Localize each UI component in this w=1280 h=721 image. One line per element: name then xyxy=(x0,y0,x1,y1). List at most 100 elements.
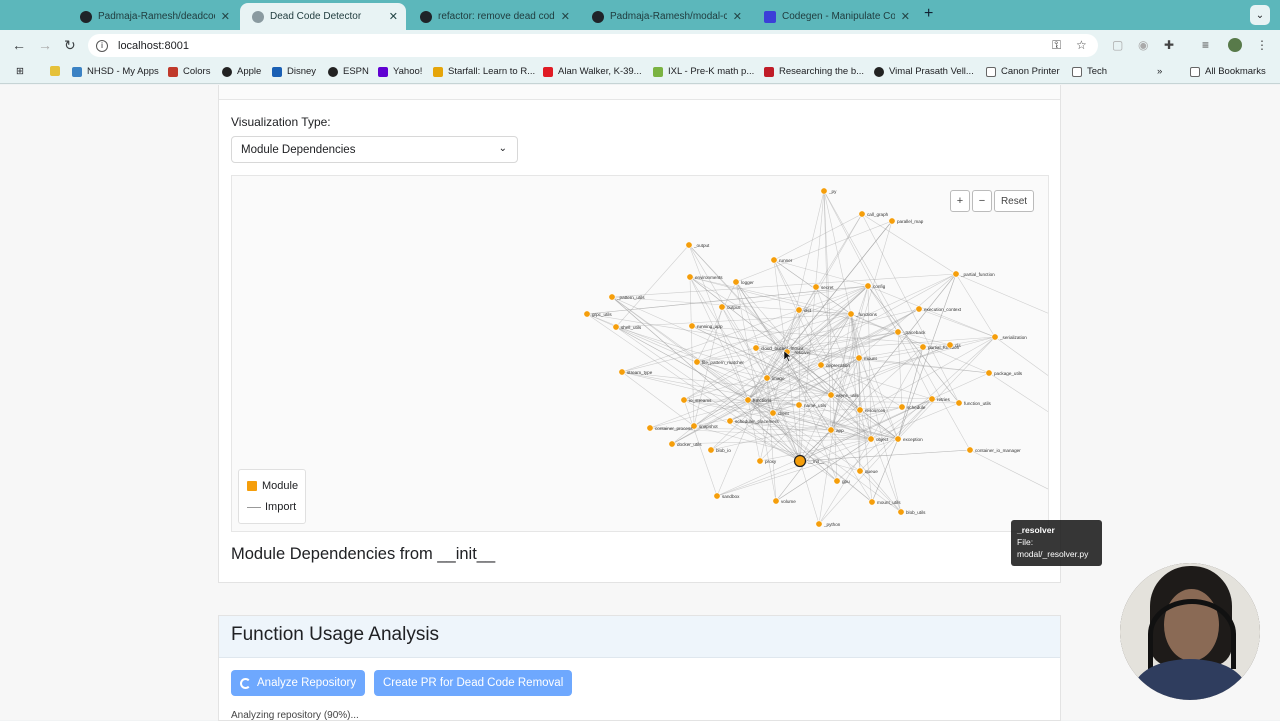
graph-node-retries[interactable] xyxy=(928,395,936,403)
close-icon[interactable]: ✕ xyxy=(221,10,230,23)
graph-node-runner[interactable] xyxy=(770,256,778,264)
camera-icon[interactable]: ◉ xyxy=(1138,38,1148,52)
graph-node-partial_function[interactable] xyxy=(952,270,960,278)
reload-icon[interactable]: ↻ xyxy=(64,37,76,54)
browser-tab-0[interactable]: Padmaja-Ramesh/deadcode_ ✕ xyxy=(68,3,238,30)
graph-node-running_app[interactable] xyxy=(688,322,696,330)
dependency-graph[interactable]: _py call_graph parallel_map _output runner en… xyxy=(231,175,1049,532)
graph-node-traceback[interactable] xyxy=(894,328,902,336)
close-icon[interactable]: ✕ xyxy=(901,10,910,23)
bookmark-8[interactable]: IXL - Pre-K math p... xyxy=(653,66,754,77)
graph-node-cls[interactable] xyxy=(946,341,954,349)
graph-node-function_utils[interactable] xyxy=(955,399,963,407)
graph-node-init[interactable] xyxy=(793,454,807,468)
bookmark-0[interactable]: NHSD - My Apps xyxy=(72,66,159,77)
graph-node-environments[interactable] xyxy=(686,273,694,281)
graph-node-container_process[interactable] xyxy=(646,424,654,432)
zoom-out-button[interactable]: − xyxy=(972,190,992,212)
graph-node-scheduler_placement[interactable] xyxy=(726,417,734,425)
bookmark-icon[interactable] xyxy=(50,66,65,76)
apps-grid-icon[interactable]: ⊞ xyxy=(16,66,24,77)
media-icon[interactable]: ≡ xyxy=(1202,38,1209,52)
visualization-type-select[interactable]: Module Dependencies ⌄ xyxy=(231,136,518,163)
more-bookmarks-icon[interactable]: » xyxy=(1157,66,1162,77)
new-tab-icon[interactable]: + xyxy=(924,5,933,23)
create-pr-button[interactable]: Create PR for Dead Code Removal xyxy=(374,670,573,696)
password-key-icon[interactable]: ⚿ xyxy=(1052,38,1061,53)
graph-node-queue[interactable] xyxy=(856,467,864,475)
graph-node-sandbox[interactable] xyxy=(713,492,721,500)
graph-node-serialization[interactable] xyxy=(991,333,999,341)
graph-node-volume[interactable] xyxy=(772,497,780,505)
reset-button[interactable]: Reset xyxy=(994,190,1034,212)
graph-node-io_streams[interactable] xyxy=(680,396,688,404)
analyze-repository-button[interactable]: Analyze Repository xyxy=(231,670,366,696)
graph-node-app[interactable] xyxy=(827,426,835,434)
graph-node-_output[interactable] xyxy=(685,241,693,249)
bookmark-12[interactable]: Tech xyxy=(1072,66,1107,77)
bookmark-6[interactable]: Starfall: Learn to R... xyxy=(433,66,535,77)
zoom-in-button[interactable]: + xyxy=(950,190,970,212)
graph-node-output[interactable] xyxy=(718,303,726,311)
bookmark-1[interactable]: Colors xyxy=(168,66,210,77)
graph-node-python[interactable] xyxy=(815,520,823,528)
menu-icon[interactable]: ⋮ xyxy=(1256,38,1268,52)
close-icon[interactable]: ✕ xyxy=(389,10,398,23)
graph-node-gpu[interactable] xyxy=(833,477,841,485)
forward-icon[interactable]: → xyxy=(38,37,52,53)
all-bookmarks[interactable]: All Bookmarks xyxy=(1190,66,1266,77)
bookmark-11[interactable]: Canon Printer xyxy=(986,66,1060,77)
bookmark-9[interactable]: Researching the b... xyxy=(764,66,864,77)
close-icon[interactable]: ✕ xyxy=(733,10,742,23)
graph-node-cloud_bucket_mount[interactable] xyxy=(752,344,760,352)
bookmark-2[interactable]: Apple xyxy=(222,66,261,77)
graph-node-mount_utils[interactable] xyxy=(868,498,876,506)
extension-icon[interactable]: ▢ xyxy=(1112,38,1123,52)
graph-node-stream_type[interactable] xyxy=(618,368,626,376)
bookmark-7[interactable]: Alan Walker, K-39... xyxy=(543,66,642,77)
graph-node-pattern_utils[interactable] xyxy=(608,293,616,301)
browser-tab-3[interactable]: Padmaja-Ramesh/modal-clie ✕ xyxy=(580,3,750,30)
graph-node-proxy[interactable] xyxy=(756,457,764,465)
graph-node-package_utils[interactable] xyxy=(985,369,993,377)
graph-node-parallel_map[interactable] xyxy=(888,217,896,225)
graph-node-blob_io[interactable] xyxy=(707,446,715,454)
graph-node-async_utils[interactable] xyxy=(827,391,835,399)
graph-node-exception[interactable] xyxy=(894,435,902,443)
bookmark-3[interactable]: Disney xyxy=(272,66,316,77)
browser-tab-4[interactable]: Codegen - Manipulate Code ✕ xyxy=(752,3,918,30)
graph-node-container_io_manager[interactable] xyxy=(966,446,974,454)
graph-node-grpc_utils[interactable] xyxy=(583,310,591,318)
graph-node-resources[interactable] xyxy=(856,406,864,414)
graph-node-docker_utils[interactable] xyxy=(668,440,676,448)
address-bar[interactable]: i localhost:8001 xyxy=(88,34,1098,57)
graph-node-functions[interactable] xyxy=(847,310,855,318)
bookmark-10[interactable]: Vimal Prasath Vell... xyxy=(874,66,974,77)
graph-node-config[interactable] xyxy=(864,282,872,290)
star-icon[interactable]: ☆ xyxy=(1076,38,1087,52)
puzzle-icon[interactable]: ✚ xyxy=(1164,38,1174,52)
graph-node-_py[interactable] xyxy=(820,187,828,195)
graph-node-blob_utils[interactable] xyxy=(897,508,905,516)
bookmark-5[interactable]: Yahoo! xyxy=(378,66,422,77)
graph-node-call_graph[interactable] xyxy=(858,210,866,218)
close-icon[interactable]: ✕ xyxy=(561,10,570,23)
graph-node-image[interactable] xyxy=(763,374,771,382)
graph-node-partial_function2[interactable] xyxy=(919,343,927,351)
graph-node-name_utils[interactable] xyxy=(795,401,803,409)
graph-node-logger[interactable] xyxy=(732,278,740,286)
info-icon[interactable]: i xyxy=(96,39,108,52)
graph-canvas[interactable]: _py call_graph parallel_map _outputrunner en… xyxy=(232,176,1049,532)
graph-node-schedule[interactable] xyxy=(898,403,906,411)
browser-tab-2[interactable]: refactor: remove dead code ✕ xyxy=(408,3,578,30)
graph-node-functions2[interactable] xyxy=(744,396,752,404)
bookmark-4[interactable]: ESPN xyxy=(328,66,369,77)
graph-node-client[interactable] xyxy=(769,409,777,417)
chevron-down-icon[interactable]: ⌄ xyxy=(1250,5,1270,25)
graph-node-mount[interactable] xyxy=(855,354,863,362)
graph-node-deprecation[interactable] xyxy=(817,361,825,369)
graph-node-execution_context[interactable] xyxy=(915,305,923,313)
graph-node-secret[interactable] xyxy=(812,283,820,291)
back-icon[interactable]: ← xyxy=(12,37,26,53)
graph-node-dict[interactable] xyxy=(795,306,803,314)
